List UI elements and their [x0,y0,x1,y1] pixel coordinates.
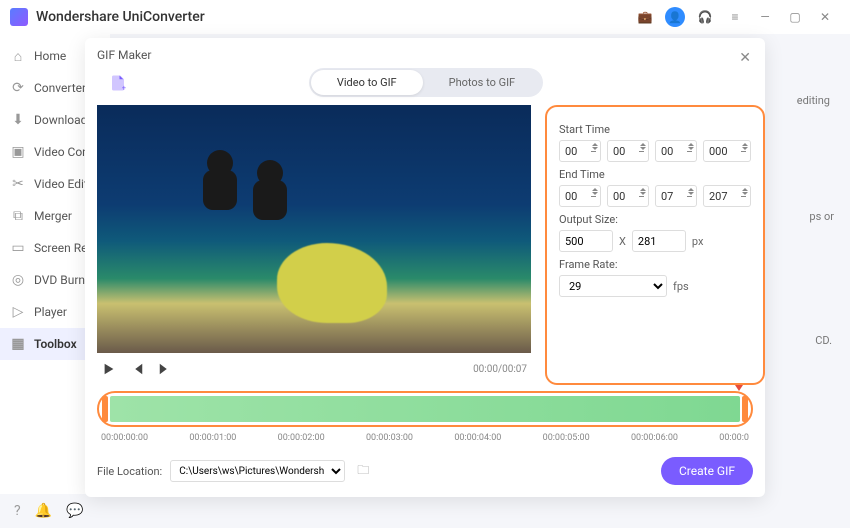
time-display: 00:00/00:07 [473,364,527,375]
start-ms-input[interactable]: 000 [703,140,751,162]
start-min-input[interactable]: 00 [607,140,649,162]
dialog-title: GIF Maker [97,48,753,62]
end-sec-input[interactable]: 07 [655,185,697,207]
statusbar: ? 🔔 💬 [0,494,98,528]
timeline-ticks: 00:00:00:00 00:00:01:00 00:00:02:00 00:0… [97,427,753,443]
home-icon: ⌂ [10,48,26,64]
record-icon: ▭ [10,240,26,256]
tick-label: 00:00:0 [719,433,749,443]
tick-label: 00:00:01:00 [189,433,236,443]
compress-icon: ▣ [10,144,26,160]
minimize-icon[interactable]: — [755,7,775,27]
app-title: Wondershare UniConverter [36,9,205,25]
width-input[interactable] [559,230,613,252]
close-icon[interactable]: ✕ [739,50,751,66]
disc-icon: ◎ [10,272,26,288]
x-label: X [619,235,626,248]
file-location-label: File Location: [97,465,162,478]
prev-frame-button[interactable] [129,361,145,377]
end-min-input[interactable]: 00 [607,185,649,207]
titlebar: Wondershare UniConverter 💼 👤 🎧 ≡ — ▢ ✕ [0,0,850,34]
tick-label: 00:00:05:00 [543,433,590,443]
sidebar-item-label: Converter [34,81,86,95]
tick-label: 00:00:02:00 [278,433,325,443]
open-folder-button[interactable]: 🗀 [353,461,373,481]
bg-text: editing [797,94,830,107]
gif-maker-dialog: GIF Maker ✕ + Video to GIF Photos to GIF [85,38,765,497]
play-button[interactable] [101,361,117,377]
sidebar-item-label: Player [34,305,67,319]
fps-label: fps [673,280,689,293]
settings-panel: Start Time 00 00 00 000 End Time 00 00 0… [545,105,765,385]
height-input[interactable] [632,230,686,252]
start-time-label: Start Time [559,123,751,136]
refresh-icon: ⟳ [10,80,26,96]
trim-end-handle[interactable] [742,396,748,422]
maximize-icon[interactable]: ▢ [785,7,805,27]
start-sec-input[interactable]: 00 [655,140,697,162]
merge-icon: ⧉ [10,208,26,224]
framerate-select[interactable]: 29 [559,275,667,297]
file-plus-icon: + [109,74,127,92]
timeline [97,391,753,427]
player-controls: 00:00/00:07 [97,353,531,385]
play-icon: ▷ [10,304,26,320]
preview-panel: 00:00/00:07 [97,105,531,385]
trim-start-handle[interactable] [102,396,108,422]
sidebar-item-label: Home [34,49,66,63]
file-location-select[interactable]: C:\Users\ws\Pictures\Wondersh [170,460,345,482]
tick-label: 00:00:03:00 [366,433,413,443]
close-icon[interactable]: ✕ [815,7,835,27]
bell-icon[interactable]: 🔔 [35,503,52,519]
framerate-label: Frame Rate: [559,258,751,271]
tick-label: 00:00:04:00 [454,433,501,443]
svg-text:+: + [122,83,126,92]
end-time-label: End Time [559,168,751,181]
help-icon[interactable]: ? [14,503,21,519]
tab-video-to-gif[interactable]: Video to GIF [311,70,423,95]
mode-tabs: Video to GIF Photos to GIF [309,68,543,97]
grid-icon: ▦ [10,336,26,352]
download-icon: ⬇ [10,112,26,128]
sidebar-item-label: Merger [34,209,72,223]
chat-icon[interactable]: 💬 [66,503,83,519]
timeline-track[interactable] [110,396,740,422]
sidebar-item-label: Toolbox [34,337,77,351]
next-frame-button[interactable] [157,361,173,377]
output-size-label: Output Size: [559,213,751,226]
tab-photos-to-gif[interactable]: Photos to GIF [423,70,542,95]
end-ms-input[interactable]: 207 [703,185,751,207]
bg-text: CD. [815,334,832,347]
start-hour-input[interactable]: 00 [559,140,601,162]
menu-icon[interactable]: ≡ [725,7,745,27]
tick-label: 00:00:00:00 [101,433,148,443]
gift-icon[interactable]: 💼 [635,7,655,27]
bg-text: ps or [809,210,834,223]
video-preview[interactable] [97,105,531,353]
add-media-button[interactable]: + [107,72,129,94]
content-area: editing ps or CD. GIF Maker ✕ + Video to… [110,34,850,494]
tick-label: 00:00:06:00 [631,433,678,443]
headset-icon[interactable]: 🎧 [695,7,715,27]
px-label: px [692,235,704,248]
end-hour-input[interactable]: 00 [559,185,601,207]
app-logo [10,8,28,26]
timeline-area: 00:00:00:00 00:00:01:00 00:00:02:00 00:0… [97,391,753,443]
create-gif-button[interactable]: Create GIF [661,457,753,485]
scissors-icon: ✂ [10,176,26,192]
account-icon[interactable]: 👤 [665,7,685,27]
